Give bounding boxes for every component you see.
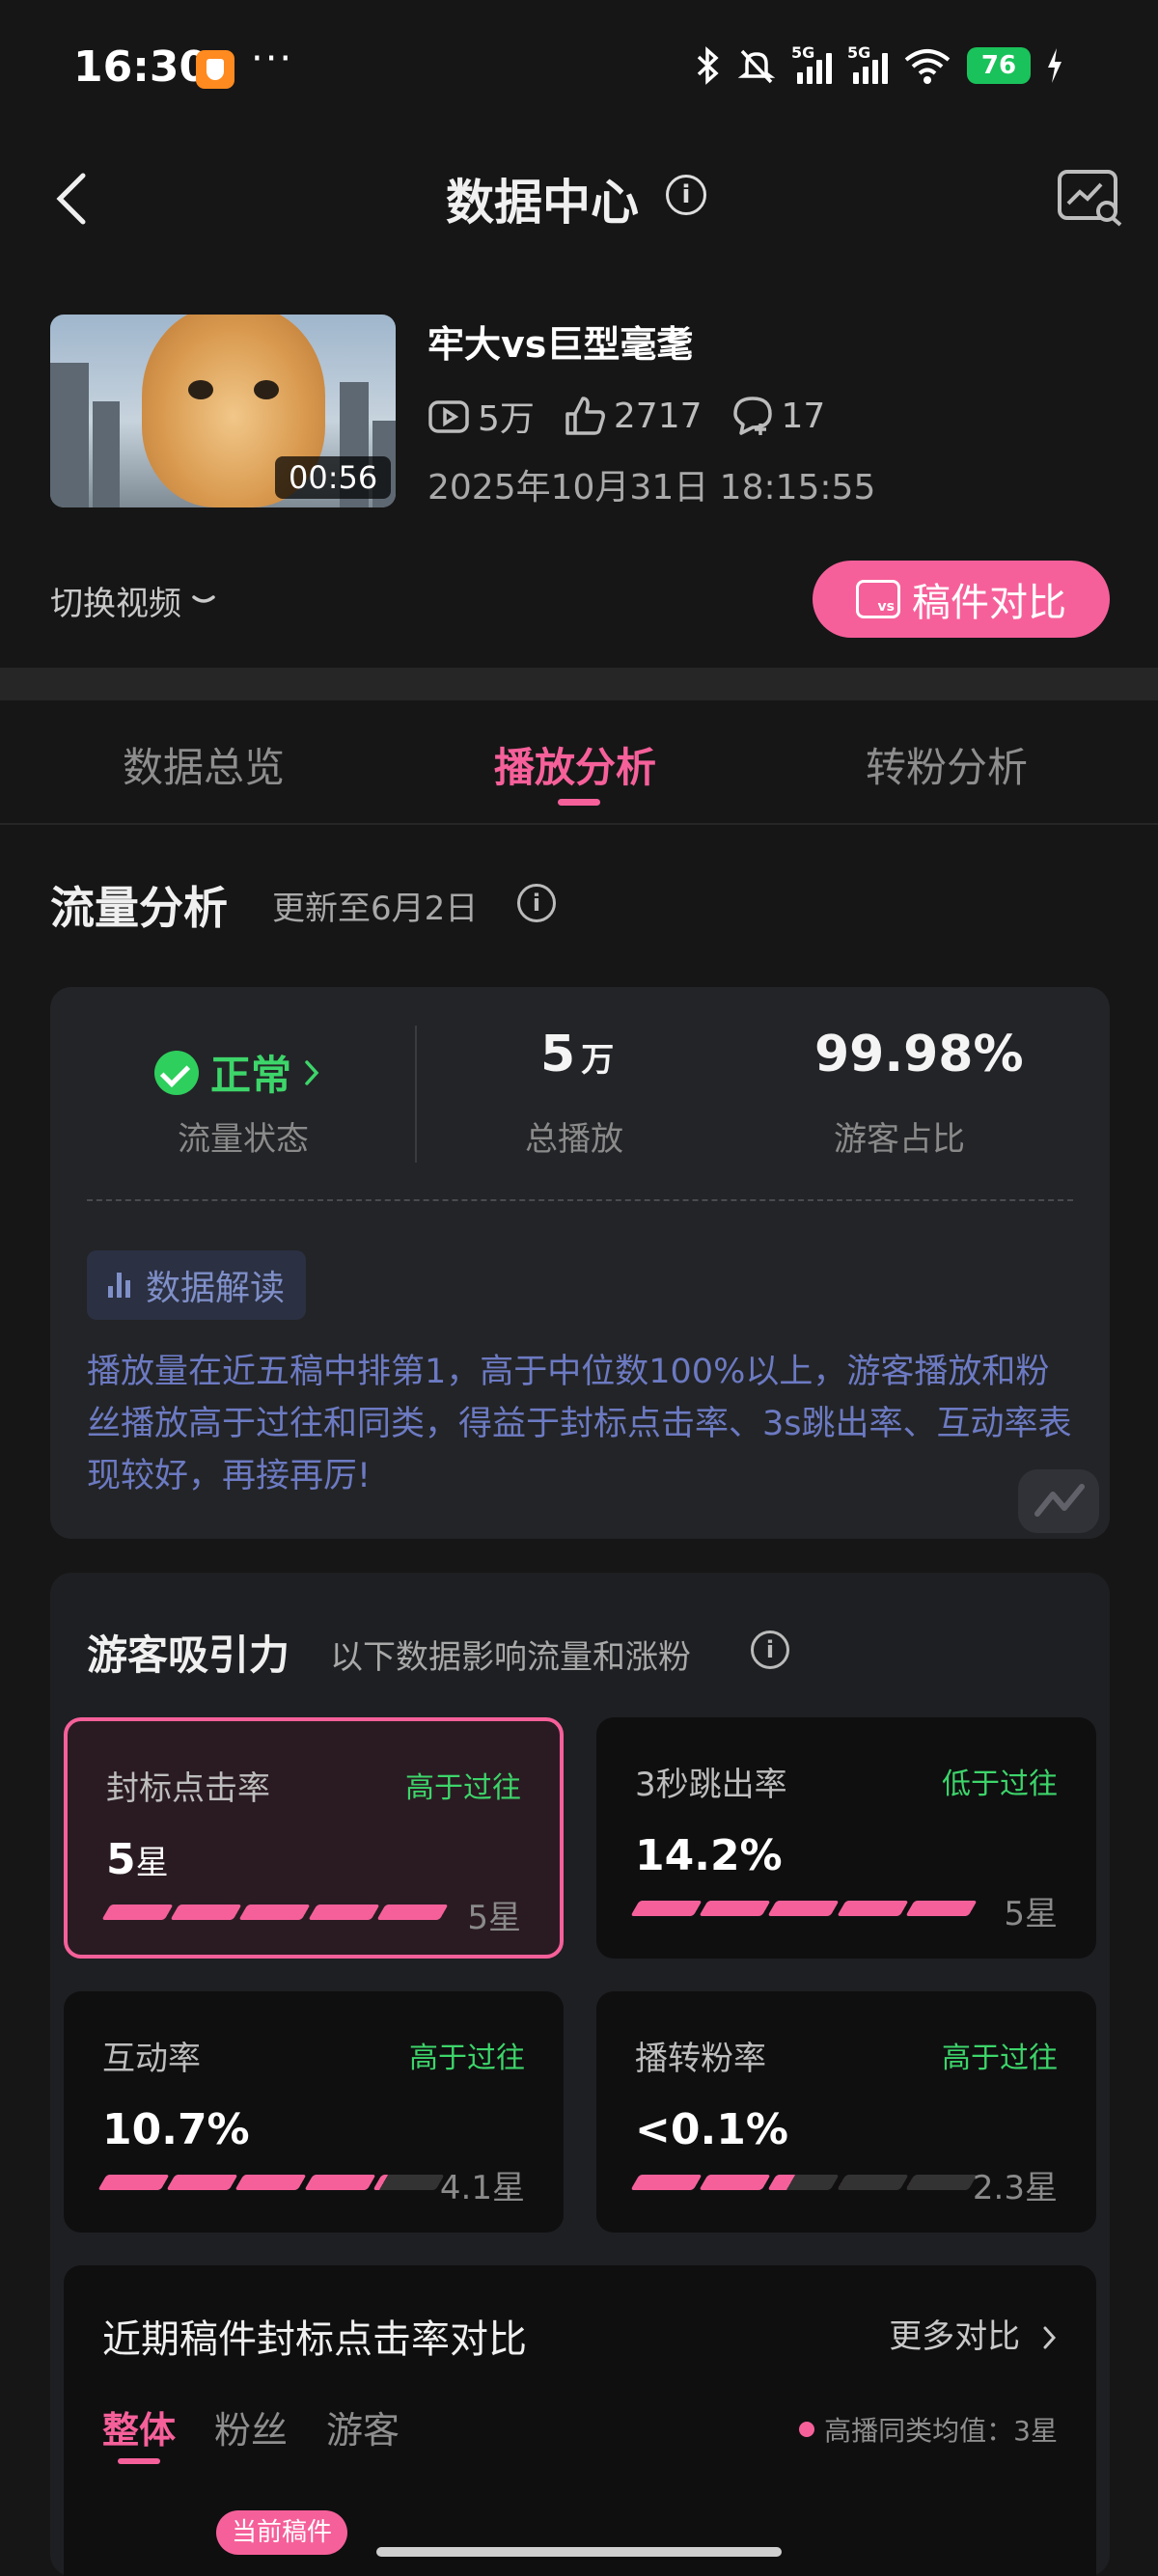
charging-icon [1048,48,1062,83]
check-circle-icon [154,1050,199,1095]
play-icon [428,400,469,433]
play-count: 5万 [427,391,535,441]
signal-icon: 5G [791,43,832,84]
comment-icon [732,397,772,435]
metric-trend: 高于过往 [409,2042,525,2075]
interpretation-text: 播放量在近五稿中排第1，高于中位数100%以上，游客播放和粉丝播放高于过往和同类… [87,1353,1072,1495]
comment-count: 17 [731,395,825,437]
subtab-visitors[interactable]: 游客 [326,2400,400,2453]
wifi-icon [904,49,951,84]
metric-value: 10.7% [102,2105,250,2154]
page-title: 数据中心 [446,175,639,231]
metric-card-3s-bounce[interactable]: 3秒跳出率 低于过往 14.2% 5星 [596,1717,1096,1959]
active-subtab-indicator [118,2458,160,2464]
active-tab-indicator [558,799,600,806]
metric-card-fan-conversion[interactable]: 播转粉率 高于过往 <0.1% 2.3星 [596,1991,1096,2233]
tab-divider [0,823,1158,825]
shield-icon [196,50,234,89]
metric-stars: 5星 [1004,1895,1058,1933]
more-comparison-link[interactable]: 更多对比 [889,2310,1058,2357]
traffic-card: 正常 流量状态 5万 总播放 99.98% 游客占比 数据解读 播放量在近五稿中… [50,987,1110,1539]
chevron-right-icon [1043,2326,1057,2349]
clock: 16:30 [73,42,209,92]
total-plays-value: 5万 [540,1026,615,1083]
metric-divider [415,1026,417,1163]
thumbs-up-icon [565,397,605,435]
metric-value: 5星 [106,1835,169,1884]
video-stats: 5万 2717 17 [427,391,854,441]
visitor-attraction-card: 游客吸引力 以下数据影响流量和涨粉 i 封标点击率 高于过往 5星 5星 3秒跳… [50,1573,1110,2576]
rating-bar [630,1901,978,1916]
bluetooth-icon [697,46,719,85]
updated-date: 更新至6月2日 [272,890,479,928]
switch-video-button[interactable]: 切换视频 [50,577,216,624]
attraction-subtitle: 以下数据影响流量和涨粉 [330,1638,691,1677]
traffic-status-label: 流量状态 [178,1120,309,1159]
metric-name: 封标点击率 [106,1769,270,1808]
legend-dot-icon [799,2422,815,2437]
comparison-title: 近期稿件封标点击率对比 [102,2317,527,2362]
metric-value: <0.1% [635,2105,788,2154]
data-interpretation-badge: 数据解读 [87,1250,307,1320]
more-notifications-icon: ··· [251,37,294,81]
status-bar: 16:30 ··· 5G 5G 76 [0,0,1158,135]
dashed-divider [87,1199,1073,1201]
metric-name: 播转粉率 [635,2040,766,2078]
traffic-section-title: 流量分析 [50,882,228,934]
chevron-right-icon [305,1059,319,1085]
info-icon[interactable]: i [517,884,556,922]
metric-name: 3秒跳出率 [635,1766,787,1804]
attraction-title: 游客吸引力 [87,1631,290,1679]
metric-trend: 低于过往 [942,1768,1058,1801]
tab-overview[interactable]: 数据总览 [123,735,285,794]
subtab-overall[interactable]: 整体 [102,2400,176,2453]
subtab-fans[interactable]: 粉丝 [214,2400,288,2453]
total-plays-label: 总播放 [525,1120,623,1159]
cover-ctr-comparison-card: 近期稿件封标点击率对比 更多对比 整体 粉丝 游客 高播同类均值：3星 当前稿件 [64,2265,1096,2576]
metric-trend: 高于过往 [405,1771,521,1805]
metric-card-engagement[interactable]: 互动率 高于过往 10.7% 4.1星 [64,1991,564,2233]
info-icon[interactable]: i [751,1631,789,1669]
comparison-legend: 高播同类均值：3星 [799,2410,1058,2449]
video-title: 牢大vs巨型毫耄 [427,323,694,366]
tab-fan-conversion[interactable]: 转粉分析 [866,735,1028,794]
back-icon[interactable] [48,172,98,226]
section-divider [0,668,1158,700]
rating-bar [101,1905,449,1920]
publish-date: 2025年10月31日 18:15:55 [427,468,876,507]
metric-stars: 5星 [467,1899,521,1937]
compare-icon: vs [856,580,900,618]
metric-name: 互动率 [102,2040,201,2078]
chart-search-icon[interactable] [1057,169,1124,229]
compare-drafts-button[interactable]: vs 稿件对比 [813,561,1110,638]
metric-stars: 4.1星 [439,2169,525,2207]
video-duration: 00:56 [275,456,392,499]
rating-bar [630,2175,978,2190]
metric-trend: 高于过往 [942,2042,1058,2075]
system-icons: 5G 5G 76 [693,43,1063,87]
battery-indicator: 76 [967,47,1031,84]
metric-card-cover-ctr[interactable]: 封标点击率 高于过往 5星 5星 [64,1717,564,1959]
signal-icon: 5G [847,43,888,84]
mute-icon [737,49,776,84]
traffic-status[interactable]: 正常 [154,1043,320,1102]
chevron-down-icon [192,594,215,603]
metric-value: 14.2% [635,1831,783,1880]
info-icon[interactable]: i [666,175,706,215]
tab-play-analysis[interactable]: 播放分析 [494,735,656,794]
visitor-ratio-label: 游客占比 [834,1120,965,1159]
current-draft-tag: 当前稿件 [216,2510,348,2555]
rating-bar [97,2175,445,2190]
home-indicator[interactable] [376,2547,782,2557]
like-count: 2717 [564,395,703,437]
bar-chart-icon [108,1273,130,1298]
trend-mascot-icon [1018,1469,1099,1533]
metric-stars: 2.3星 [972,2169,1058,2207]
visitor-ratio-value: 99.98% [814,1026,1024,1083]
